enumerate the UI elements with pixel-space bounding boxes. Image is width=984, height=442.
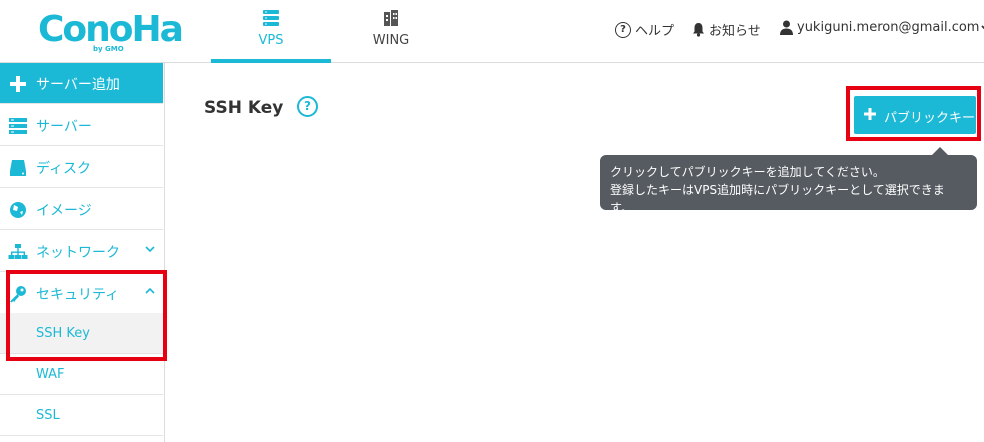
sidebar-item-label: サーバー追加 <box>36 77 120 93</box>
sidebar-item-add-server[interactable]: サーバー追加 <box>0 63 163 104</box>
sidebar-item-disk[interactable]: ディスク <box>0 147 163 188</box>
sidebar: サーバー追加 サーバー ディスク イメージ ネットワーク セキュリティ SSH … <box>0 63 165 442</box>
tab-vps[interactable]: VPS <box>211 0 331 63</box>
server-stack-icon <box>262 9 280 31</box>
user-email: yukiguni.meron@gmail.com <box>797 20 980 35</box>
disk-icon <box>8 159 28 177</box>
page-title: SSH Key <box>204 98 284 118</box>
tooltip: クリックしてパブリックキーを追加してください。 登録したキーはVPS追加時にパブ… <box>600 155 977 215</box>
sidebar-item-label: ネットワーク <box>36 245 120 261</box>
user-menu[interactable]: yukiguni.meron@gmail.com <box>780 20 984 35</box>
sidebar-subitem-waf[interactable]: WAF <box>0 354 163 395</box>
network-icon <box>8 243 28 261</box>
bell-icon <box>692 22 705 37</box>
help-icon: ? <box>615 21 631 38</box>
help-link[interactable]: ? ヘルプ <box>615 20 674 39</box>
globe-icon <box>8 201 28 219</box>
add-public-key-label: パブリックキー <box>884 111 976 126</box>
server-icon <box>8 117 28 135</box>
tooltip-line-1: クリックしてパブリックキーを追加してください。 <box>610 165 885 179</box>
sidebar-item-label: セキュリティ <box>36 287 120 303</box>
key-icon <box>8 285 28 303</box>
tab-wing-label: WING <box>372 33 410 48</box>
logo-sub: by GMO <box>93 45 124 53</box>
user-icon <box>780 20 793 35</box>
conoha-logo[interactable]: ConoHa by GMO <box>38 10 184 54</box>
tooltip-arrow <box>932 147 948 155</box>
sidebar-subitem-ssh-key[interactable]: SSH Key <box>0 313 163 354</box>
sidebar-subitem-label: SSH Key <box>36 326 90 341</box>
help-label: ヘルプ <box>635 24 675 39</box>
plus-icon <box>864 105 876 124</box>
add-public-key-button[interactable]: パブリックキー <box>854 96 976 134</box>
logo-text: ConoHa <box>38 9 184 50</box>
tab-wing[interactable]: WING <box>331 0 451 63</box>
top-header: ConoHa by GMO VPS WING ? ヘルプ お知らせ yukigu… <box>0 0 984 63</box>
sidebar-item-label: イメージ <box>36 203 92 219</box>
building-icon <box>382 9 400 31</box>
sidebar-item-server[interactable]: サーバー <box>0 105 163 146</box>
tooltip-line-2: 登録したキーはVPS追加時にパブリックキーとして選択できます。 <box>610 183 945 215</box>
sidebar-item-security[interactable]: セキュリティ <box>0 273 163 314</box>
notice-label: お知らせ <box>709 24 761 39</box>
sidebar-item-network[interactable]: ネットワーク <box>0 231 163 272</box>
sidebar-subitem-ssl[interactable]: SSL <box>0 395 163 436</box>
sidebar-item-label: サーバー <box>36 119 92 135</box>
sidebar-subitem-label: WAF <box>36 367 65 382</box>
sidebar-item-image[interactable]: イメージ <box>0 189 163 230</box>
plus-icon <box>8 75 28 93</box>
chevron-down-icon <box>145 243 155 256</box>
help-icon[interactable]: ? <box>297 96 318 117</box>
tab-vps-label: VPS <box>258 33 284 48</box>
chevron-up-icon <box>145 285 155 298</box>
sidebar-subitem-label: SSL <box>36 408 60 423</box>
sidebar-item-label: ディスク <box>36 161 92 177</box>
notice-link[interactable]: お知らせ <box>692 20 761 39</box>
